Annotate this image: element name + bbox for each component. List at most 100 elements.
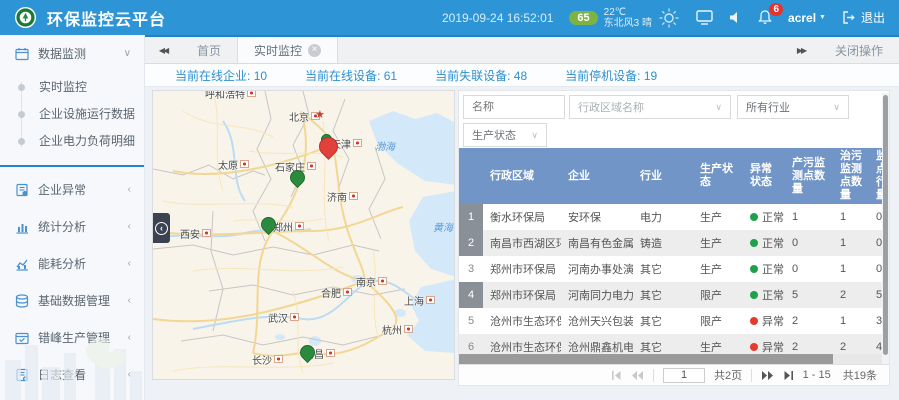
panel-collapse-button[interactable]: ‹ (153, 213, 170, 243)
running-count-cell: 5 (869, 282, 883, 308)
city-label: 上海 (404, 293, 435, 308)
close-icon[interactable]: × (308, 44, 321, 57)
tabs-scroll-right-icon[interactable]: ▶▶ (783, 46, 819, 55)
tab-label: 实时监控 (254, 42, 302, 59)
stat-stopped-devices: 当前停机设备: 19 (565, 67, 657, 84)
col-abnormal-status[interactable]: 异常状态 (743, 148, 785, 204)
table-row[interactable]: 1 衡水环保局 安环保 电力 生产 正常 1 1 0 (459, 204, 883, 230)
table-row[interactable]: 4 郑州市环保局 河南同力电力设备 其它 限产 正常 5 2 5 (459, 282, 883, 308)
abnormal-status-cell: 正常 (743, 282, 785, 308)
row-number-cell[interactable]: 4 (459, 282, 483, 308)
industry-select[interactable]: 所有行业 ∨ (737, 95, 849, 119)
region-select-value: 行政区域名称 (578, 99, 715, 115)
logout-button[interactable]: 退出 (842, 9, 885, 26)
sidebar-item-power-load-detail[interactable]: 企业电力负荷明细 (0, 128, 144, 155)
user-menu[interactable]: acrel ▼ (788, 11, 826, 25)
map-panel[interactable]: 呼和浩特 北京 ★ 天津 太原 石家庄 济南 西安 郑州 南京 合肥 上海 武汉… (152, 90, 455, 380)
last-page-icon[interactable] (783, 371, 794, 380)
sidebar-item-enterprise-abnormal[interactable]: 企业异常 ‹ (0, 171, 144, 208)
chevron-left-icon: ‹ (128, 295, 131, 306)
sea-label: 渤海 (375, 138, 395, 153)
region-cell: 郑州市环保局 (483, 256, 561, 282)
company-cell: 河南办事处演示 (561, 256, 633, 282)
table-header-row: 行政区域 企业 行业 生产状态 异常状态 产污监测点数量 治污监测点数量 监测点… (459, 148, 883, 204)
sidebar-item-data-monitoring[interactable]: 数据监测 ∨ (0, 35, 144, 72)
col-running-points[interactable]: 监测点运行数量 (869, 148, 883, 204)
sidebar-item-log-viewer[interactable]: 日志查看 ‹ (0, 356, 144, 393)
running-count-cell: 0 (869, 204, 883, 230)
abnormal-status-cell: 异常 (743, 308, 785, 334)
enterprise-table-panel: 行政区域名称 ∨ 所有行业 ∨ 生产状态 ∨ (458, 90, 890, 386)
production-status-select[interactable]: 生产状态 ∨ (463, 123, 547, 147)
energy-chart-icon (15, 257, 29, 271)
stat-online-devices: 当前在线设备: 61 (305, 67, 397, 84)
table-row[interactable]: 5 沧州市生态环保局 沧州天兴包装制品 其它 限产 异常 2 1 3 (459, 308, 883, 334)
notifications-bell-icon[interactable]: 6 (758, 10, 772, 25)
monitor-icon[interactable] (696, 10, 713, 25)
schedule-icon (15, 331, 29, 345)
status-dot (750, 291, 758, 299)
prod-status-cell: 生产 (693, 256, 743, 282)
running-count-cell: 0 (869, 256, 883, 282)
sidebar-item-energy-analysis[interactable]: 能耗分析 ‹ (0, 245, 144, 282)
platform-logo-icon (14, 6, 37, 29)
col-pollution-points[interactable]: 产污监测点数量 (785, 148, 833, 204)
chevron-left-icon: ‹ (128, 221, 131, 232)
sidebar-submenu: 实时监控 企业设施运行数据 企业电力负荷明细 (0, 72, 144, 167)
col-company[interactable]: 企业 (561, 148, 633, 204)
table-row[interactable]: 2 南昌市西湖区环保局 南昌有色金属有限 铸造 生产 正常 0 1 0 (459, 230, 883, 256)
stat-online-enterprises: 当前在线企业: 10 (175, 67, 267, 84)
vertical-scrollbar[interactable] (882, 93, 889, 365)
chevron-left-icon: ‹ (155, 222, 168, 235)
alerts-count-badge[interactable]: 6 (769, 3, 783, 16)
region-cell: 郑州市环保局 (483, 282, 561, 308)
sidebar-item-facility-data[interactable]: 企业设施运行数据 (0, 101, 144, 128)
logout-label: 退出 (861, 9, 885, 26)
tab-realtime-monitoring[interactable]: 实时监控 × (237, 37, 338, 63)
chevron-left-icon: ‹ (128, 332, 131, 343)
col-industry[interactable]: 行业 (633, 148, 693, 204)
col-prod-status[interactable]: 生产状态 (693, 148, 743, 204)
total-rows-text: 共19条 (843, 367, 877, 383)
sidebar-item-base-data-management[interactable]: 基础数据管理 ‹ (0, 282, 144, 319)
treatment-count-cell: 2 (833, 282, 869, 308)
table-row[interactable]: 3 郑州市环保局 河南办事处演示 其它 生产 正常 0 1 0 (459, 256, 883, 282)
industry-cell: 电力 (633, 204, 693, 230)
industry-cell: 其它 (633, 256, 693, 282)
row-number-cell[interactable]: 3 (459, 256, 483, 282)
tab-home[interactable]: 首页 (181, 37, 237, 63)
col-region[interactable]: 行政区域 (483, 148, 561, 204)
sidebar-item-realtime-monitoring[interactable]: 实时监控 (0, 74, 144, 101)
close-operations-button[interactable]: 关闭操作 (819, 42, 899, 59)
sidebar-item-statistics[interactable]: 统计分析 ‹ (0, 208, 144, 245)
sun-icon (658, 7, 680, 29)
tabs-scroll-left-icon[interactable]: ◀◀ (145, 37, 181, 63)
report-alert-icon (15, 183, 29, 197)
row-number-cell[interactable]: 2 (459, 230, 483, 256)
status-dot (750, 213, 758, 221)
status-select-value: 生产状态 (472, 127, 531, 143)
sidebar-item-label: 数据监测 (38, 45, 86, 62)
sidebar-item-staggered-production[interactable]: 错峰生产管理 ‹ (0, 319, 144, 356)
region-select[interactable]: 行政区域名称 ∨ (569, 95, 731, 119)
col-treatment-points[interactable]: 治污监测点数量 (833, 148, 869, 204)
sidebar-item-label: 统计分析 (38, 218, 86, 235)
speaker-icon[interactable] (729, 11, 742, 24)
first-page-icon[interactable] (611, 371, 622, 380)
scrollbar-thumb[interactable] (883, 95, 888, 355)
row-number-cell[interactable]: 5 (459, 308, 483, 334)
tab-bar: ◀◀ 首页 实时监控 × ▶▶ 关闭操作 (145, 35, 899, 64)
chevron-down-icon: ∨ (124, 48, 131, 59)
horizontal-scrollbar[interactable] (459, 354, 883, 364)
scrollbar-thumb[interactable] (459, 354, 833, 364)
divider (751, 369, 752, 382)
abnormal-status-cell: 正常 (743, 230, 785, 256)
chevron-left-icon: ‹ (128, 369, 131, 380)
prev-page-icon[interactable] (631, 371, 644, 380)
row-number-cell[interactable]: 1 (459, 204, 483, 230)
page-number-input[interactable] (663, 368, 705, 383)
next-page-icon[interactable] (761, 371, 774, 380)
treatment-count-cell: 1 (833, 230, 869, 256)
name-search-input[interactable] (463, 95, 565, 119)
sidebar: 数据监测 ∨ 实时监控 企业设施运行数据 企业电力负荷明细 企业异常 ‹ 统计分… (0, 35, 145, 400)
